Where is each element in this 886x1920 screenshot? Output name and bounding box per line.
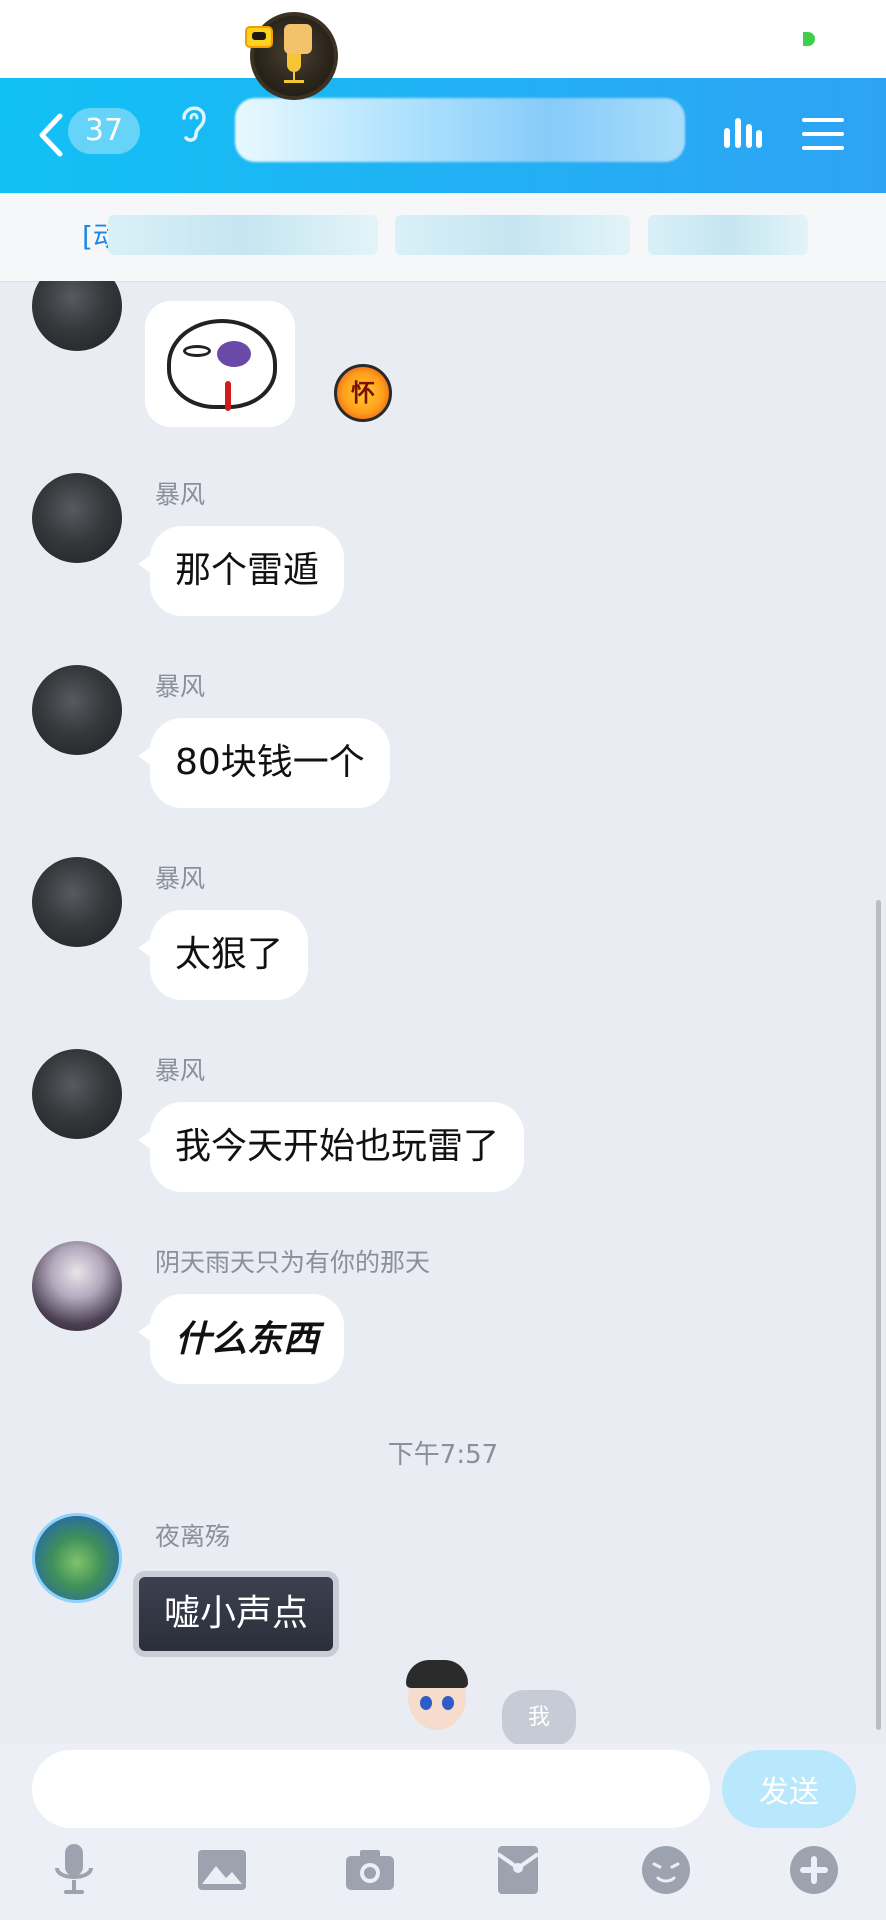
status-indicator-dot <box>803 32 815 46</box>
bruised-face-sticker <box>167 319 277 409</box>
input-toolbar <box>0 1840 886 1910</box>
chat-header: 37 <box>0 78 886 193</box>
self-label: 我 <box>502 1690 576 1746</box>
message-bubble[interactable]: 80块钱一个 <box>138 718 390 808</box>
message-bubble[interactable]: 那个雷遁 <box>137 526 345 616</box>
unread-count-badge[interactable]: 37 <box>68 108 140 154</box>
ear-icon[interactable] <box>176 100 210 146</box>
sender-name: 夜离殇 <box>155 1522 231 1551</box>
message-list[interactable]: 怀 暴风 那个雷遁 暴风 80块钱一个 暴风 太狠了 暴风 我今天开始也玩雷了 … <box>0 281 886 1741</box>
avatar[interactable] <box>32 281 122 351</box>
message-bubble[interactable]: 我今天开始也玩雷了 <box>137 1102 525 1192</box>
sender-name: 暴风 <box>155 672 206 701</box>
self-cartoon-avatar[interactable] <box>402 1660 472 1750</box>
microphone-icon[interactable] <box>44 1840 104 1900</box>
sender-name: 暴风 <box>155 480 206 509</box>
game-badge-icon <box>245 26 273 48</box>
group-notice-bar[interactable]: [动 <box>0 193 886 282</box>
message-input[interactable] <box>32 1750 710 1828</box>
character-badge-icon <box>284 24 312 54</box>
avatar[interactable] <box>32 1513 122 1603</box>
group-title-redacted <box>235 98 685 162</box>
input-area: 发送 <box>0 1744 886 1920</box>
red-packet-icon[interactable] <box>488 1840 548 1900</box>
notice-text-redacted <box>108 215 378 255</box>
sticker-message[interactable] <box>145 301 295 427</box>
scrollbar[interactable] <box>876 900 881 1730</box>
menu-button[interactable] <box>802 118 844 154</box>
message-bubble[interactable]: 嘘小声点 <box>133 1571 340 1657</box>
avatar[interactable] <box>32 473 122 563</box>
status-bar <box>0 0 886 78</box>
chevron-left-icon <box>39 113 63 157</box>
time-divider: 下午7:57 <box>387 1440 499 1470</box>
camera-icon[interactable] <box>340 1840 400 1900</box>
avatar[interactable] <box>32 1241 122 1331</box>
back-button[interactable] <box>36 110 68 160</box>
avatar[interactable] <box>32 665 122 755</box>
sender-name: 阴天雨天只为有你的那天 <box>155 1248 431 1277</box>
emoji-icon[interactable] <box>636 1840 696 1900</box>
message-bubble[interactable]: 太狠了 <box>137 910 309 1000</box>
message-bubble[interactable]: 什么东西 <box>137 1294 345 1384</box>
plus-icon[interactable] <box>784 1840 844 1900</box>
menu-icon <box>802 118 844 122</box>
avatar[interactable] <box>32 857 122 947</box>
sender-name: 暴风 <box>155 1056 206 1085</box>
image-icon[interactable] <box>192 1840 252 1900</box>
angry-emoji-badge: 怀 <box>334 364 392 422</box>
avatar[interactable] <box>32 1049 122 1139</box>
voice-room-icon[interactable] <box>722 112 764 158</box>
send-button[interactable]: 发送 <box>722 1750 856 1828</box>
sender-name: 暴风 <box>155 864 206 893</box>
